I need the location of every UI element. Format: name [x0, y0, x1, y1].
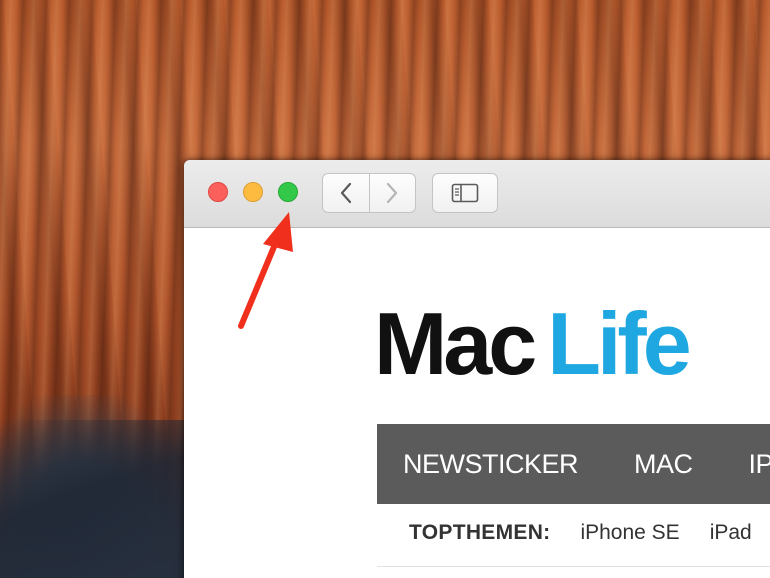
back-button[interactable]	[323, 174, 369, 212]
logo-life-text: Life	[547, 294, 691, 393]
topic-link-iphone-se[interactable]: iPhone SE	[580, 521, 679, 545]
zoom-window-button[interactable]	[278, 182, 298, 202]
web-page-content: Mac Life NEWSTICKER MAC IP TOPTHEMEN: iPh…	[184, 228, 770, 578]
sidebar-icon	[451, 183, 479, 203]
nav-item-iphone[interactable]: IP	[749, 449, 770, 480]
logo-mac-text: Mac	[374, 294, 537, 393]
back-forward-group	[322, 173, 416, 213]
chevron-right-icon	[387, 182, 398, 204]
minimize-window-button[interactable]	[243, 182, 263, 202]
maclife-logo[interactable]: Mac Life	[374, 300, 692, 388]
nav-item-newsticker[interactable]: NEWSTICKER	[403, 449, 579, 480]
chevron-left-icon	[340, 182, 351, 204]
wallpaper-shadow-lower	[0, 420, 185, 578]
show-sidebar-button[interactable]	[432, 173, 498, 213]
topthemen-bar: TOPTHEMEN: iPhone SE iPad	[409, 521, 770, 545]
forward-button[interactable]	[368, 174, 416, 212]
window-toolbar	[184, 160, 770, 228]
close-window-button[interactable]	[208, 182, 228, 202]
safari-window: Mac Life NEWSTICKER MAC IP TOPTHEMEN: iPh…	[184, 160, 770, 578]
nav-item-mac[interactable]: MAC	[634, 449, 693, 480]
topic-link-ipad[interactable]: iPad	[710, 521, 752, 545]
site-navigation: NEWSTICKER MAC IP	[377, 424, 770, 504]
topthemen-label: TOPTHEMEN:	[409, 521, 551, 544]
content-divider	[377, 566, 770, 567]
